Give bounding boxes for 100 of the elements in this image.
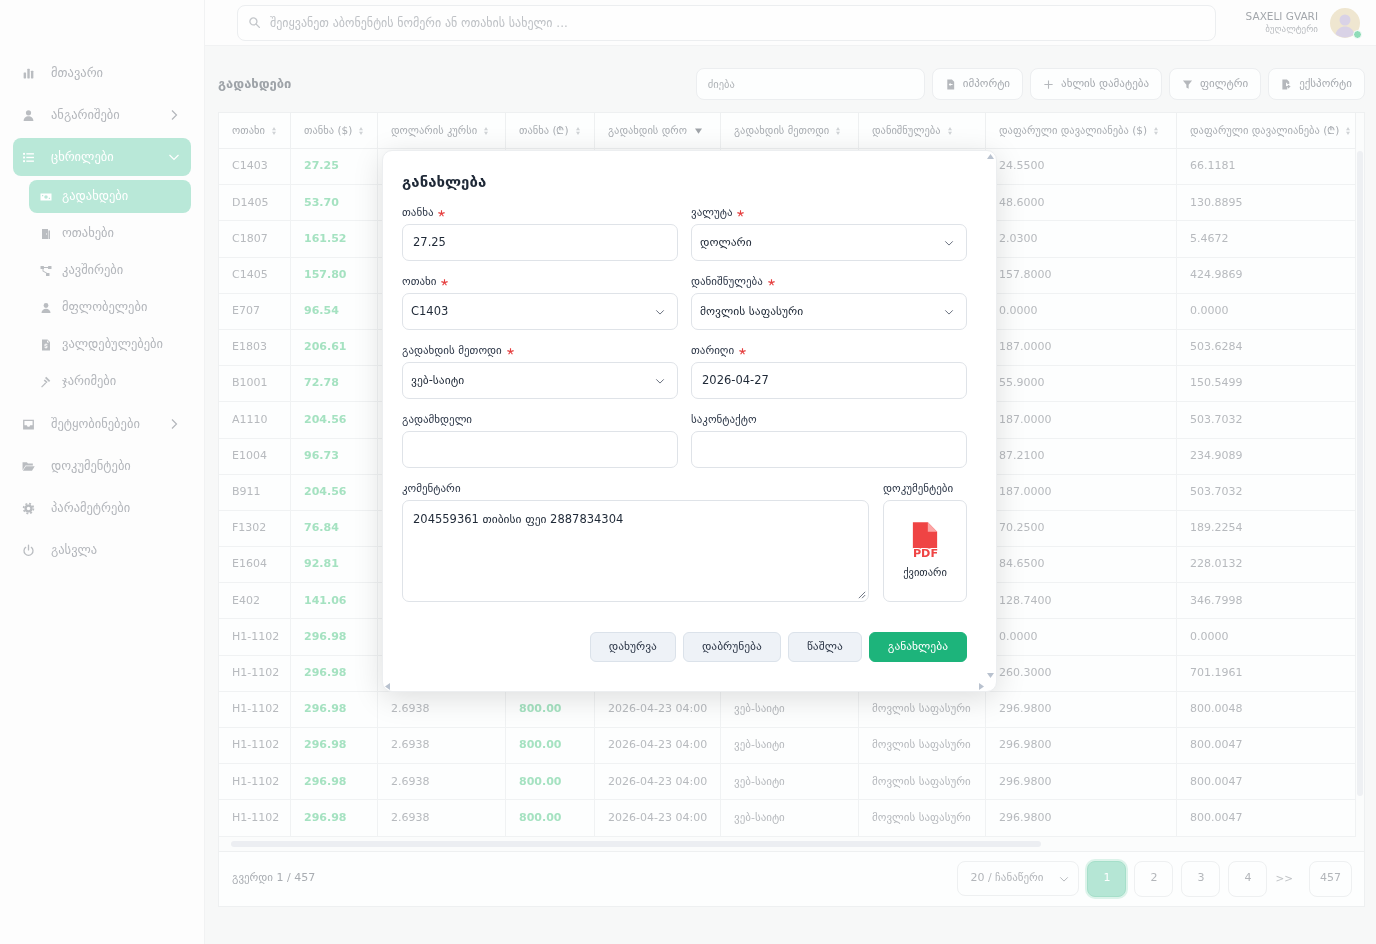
table-cell: 296.98 <box>291 655 378 692</box>
add-button[interactable]: ახლის დამატება <box>1030 68 1162 100</box>
input-field[interactable]: 27.25 <box>402 224 678 261</box>
table-cell: 2026-04-23 04:00 <box>595 728 721 765</box>
next-pages-link[interactable]: >> <box>1275 870 1293 887</box>
modal-title: განახლება <box>402 172 488 193</box>
select-field[interactable]: ვებ-საიტი <box>402 362 678 399</box>
select-field[interactable]: დოლარი <box>691 224 967 261</box>
page-button[interactable]: 457 <box>1309 860 1352 897</box>
export-button[interactable]: ექსპორტი <box>1268 68 1365 100</box>
table-cell: E1803 <box>219 329 291 367</box>
select-field[interactable]: მოვლის საფასური <box>691 293 967 330</box>
table-cell: 296.9800 <box>986 691 1177 728</box>
table-cell: 96.54 <box>291 293 378 330</box>
delete-button[interactable]: წაშლა <box>787 632 862 662</box>
table-cell: E707 <box>219 293 291 330</box>
filter-button[interactable]: ფილტრი <box>1169 68 1262 100</box>
reset-button[interactable]: დაბრუნება <box>682 632 781 662</box>
table-cell: H1-1102 <box>219 655 291 692</box>
table-cell: E402 <box>219 583 291 620</box>
bar-chart-icon <box>22 66 35 80</box>
close-button[interactable]: დახურვა <box>589 632 676 662</box>
folder-icon <box>22 459 35 473</box>
table-cell: A1110 <box>219 402 291 439</box>
person-icon <box>22 108 35 122</box>
field-label: თანხა <box>402 204 434 221</box>
input-field[interactable] <box>691 431 967 468</box>
table-cell: 141.06 <box>291 583 378 620</box>
field-label: დანიშნულება <box>691 273 763 290</box>
sidebar-item[interactable]: მთავარი <box>13 54 191 92</box>
sidebar-item[interactable]: პარამეტრები <box>13 489 191 527</box>
column-header[interactable]: გადახდის მეთოდი <box>721 113 859 149</box>
sidebar-subitem[interactable]: ჯარიმები <box>29 365 191 398</box>
table-cell: ვებ-საიტი <box>721 764 859 801</box>
comment-field[interactable]: 204559361 თიბისი ფეი 2887834304 <box>402 500 869 602</box>
search-field[interactable]: შეიყვანეთ აბონენტის ნომერი ან ოთახის სახელი ... <box>237 4 1216 41</box>
settings-icon <box>22 501 35 515</box>
sidebar-subitem[interactable]: მფლობელები <box>29 291 191 324</box>
table-cell: 296.98 <box>291 691 378 728</box>
sidebar-subitem[interactable]: გადახდები <box>29 180 191 213</box>
search-field[interactable]: ძიება <box>695 68 925 100</box>
scroll-right-arrow-icon[interactable] <box>979 683 984 690</box>
import-button[interactable]: იმპორტი <box>931 68 1024 100</box>
page-button[interactable]: 2 <box>1134 860 1174 897</box>
table-cell: 2026-04-23 04:00 <box>595 800 721 837</box>
gavel-icon <box>40 375 52 388</box>
sidebar-item[interactable]: ანგარიშები <box>13 96 191 134</box>
table-cell: H1-1102 <box>219 728 291 765</box>
column-header[interactable]: თანხა (₾) <box>506 113 595 149</box>
sidebar-subitem[interactable]: ოთახები <box>29 217 191 250</box>
table-cell: 27.25 <box>291 149 378 186</box>
sidebar-subitem[interactable]: კავშირები <box>29 254 191 287</box>
select-field[interactable]: C1403 <box>402 293 678 330</box>
sidebar-item[interactable]: შეტყობინებები <box>13 405 191 443</box>
field-label: საკონტაქტო <box>691 411 757 428</box>
input-field[interactable]: 2026-04-27 <box>691 362 967 399</box>
update-button[interactable]: განახლება <box>868 632 967 662</box>
table-cell: H1-1102 <box>219 800 291 837</box>
door-icon <box>40 227 52 240</box>
table-cell: ვებ-საიტი <box>721 728 859 765</box>
page-size-select[interactable]: 20 / ჩანაწერი <box>957 861 1080 897</box>
plus-icon <box>1043 78 1055 90</box>
column-header[interactable]: ოთახი <box>219 113 291 149</box>
field-label: ოთახი <box>402 273 437 290</box>
column-header[interactable]: გადახდის დრო <box>595 113 721 149</box>
list-icon <box>22 150 35 164</box>
sidebar-item[interactable]: გასვლა <box>13 531 191 569</box>
table-cell: 2.6938 <box>378 728 506 765</box>
table-cell: მოვლის საფასური <box>859 764 986 801</box>
sidebar-subitem[interactable]: ვალდებულებები <box>29 328 191 361</box>
column-header[interactable]: დანიშნულება <box>859 113 986 149</box>
input-field[interactable] <box>402 431 678 468</box>
table-cell: C1405 <box>219 257 291 294</box>
page-button[interactable]: 1 <box>1087 860 1127 897</box>
sidebar-item[interactable]: ცხრილები <box>13 138 191 176</box>
table-cell: 296.98 <box>291 728 378 765</box>
page-title: გადახდები <box>218 75 292 94</box>
table-cell: 296.9800 <box>986 764 1177 801</box>
person-icon <box>40 301 52 314</box>
table-cell: B1001 <box>219 366 291 403</box>
scroll-up-arrow-icon[interactable] <box>987 154 994 159</box>
file-icon <box>944 78 956 90</box>
document-tile[interactable]: PDF ქვითარი <box>883 500 967 602</box>
sidebar-item[interactable]: დოკუმენტები <box>13 447 191 485</box>
column-header[interactable]: დოლარის კურსი <box>378 113 506 149</box>
page-button[interactable]: 3 <box>1181 860 1221 897</box>
table-cell: მოვლის საფასური <box>859 800 986 837</box>
page-info: გვერდი 1 / 457 <box>232 870 316 887</box>
table-cell: 296.9800 <box>986 728 1177 765</box>
column-header[interactable]: დაფარული დავალიანება ($) <box>986 113 1177 149</box>
avatar-icon[interactable] <box>1330 7 1360 38</box>
table-cell: 800.00 <box>506 800 595 837</box>
scroll-down-arrow-icon[interactable] <box>987 673 994 678</box>
column-header[interactable]: თანხა ($) <box>291 113 378 149</box>
scroll-left-arrow-icon[interactable] <box>385 683 390 690</box>
table-cell: H1-1102 <box>219 764 291 801</box>
table-cell: 157.80 <box>291 257 378 294</box>
page-button[interactable]: 4 <box>1228 860 1268 897</box>
table-cell: H1-1102 <box>219 691 291 728</box>
table-cell: 204.56 <box>291 402 378 439</box>
